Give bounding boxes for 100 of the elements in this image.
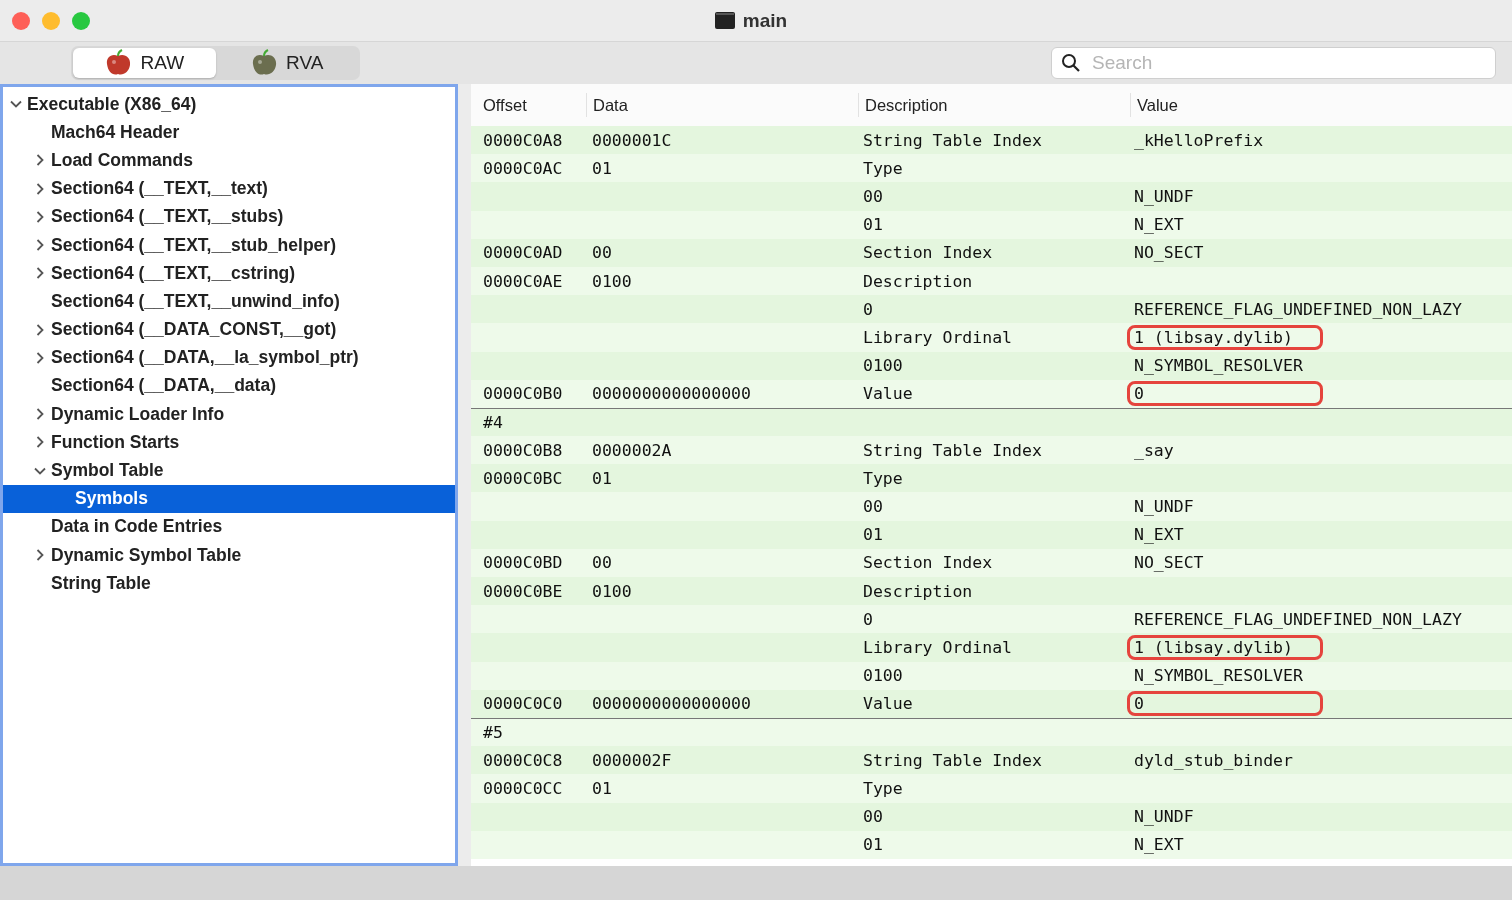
description-cell: 0 [863, 609, 873, 629]
description-cell: Section Index [863, 553, 993, 573]
offset-cell: 0000C0AC [483, 158, 563, 178]
value-cell: NO_SECT [1134, 553, 1204, 573]
terminal-icon [714, 12, 735, 29]
value-cell: N_EXT [1134, 525, 1184, 545]
description-cell: String Table Index [863, 130, 1042, 150]
tree-item[interactable]: String Table [3, 569, 455, 598]
tree-item[interactable]: Executable (X86_64) [3, 90, 455, 119]
data-cell: 00 [592, 553, 612, 573]
highlighted-value-cell: 0 [1130, 384, 1320, 404]
offset-cell: 0000C0BE [483, 581, 563, 601]
offset-cell: 0000C0AE [483, 271, 563, 291]
search-icon [1061, 53, 1081, 73]
tree-item[interactable]: Section64 (__DATA,__data) [3, 371, 455, 401]
value-cell: N_SYMBOL_RESOLVER [1134, 356, 1303, 376]
offset-cell: 0000C0C8 [483, 750, 563, 770]
offset-cell: 0000C0C0 [483, 694, 563, 714]
tree-item[interactable]: Data in Code Entries [3, 512, 455, 541]
data-cell: 01 [592, 158, 612, 178]
tree-item[interactable]: Section64 (__TEXT,__cstring) [3, 259, 455, 288]
description-cell: 00 [863, 186, 883, 206]
data-cell: 0100 [592, 581, 632, 601]
minimize-button[interactable] [42, 11, 60, 30]
column-header[interactable]: Description [858, 93, 1130, 117]
highlighted-value-cell: 1 (libsay.dylib) [1130, 327, 1320, 347]
column-header[interactable]: Data [586, 93, 858, 117]
offset-cell: 0000C0B0 [483, 384, 563, 404]
tree-item[interactable]: Mach64 Header [3, 118, 455, 147]
tree-item[interactable]: Dynamic Loader Info [3, 400, 455, 429]
data-cell: 00 [592, 243, 612, 263]
offset-cell: 0000C0CC [483, 778, 563, 798]
data-cell: 01 [592, 468, 612, 488]
description-cell: 01 [863, 525, 883, 545]
data-cell: 01 [592, 778, 612, 798]
description-cell: Type [863, 158, 903, 178]
mode-tab[interactable]: RAW [73, 48, 216, 78]
data-cell: 0000001C [592, 130, 672, 150]
data-cell: 0000000000000000 [592, 384, 751, 404]
data-cell: 0100 [592, 271, 632, 291]
tree-item[interactable]: Symbols [3, 484, 455, 513]
window-title: main [742, 9, 788, 32]
value-cell: N_EXT [1134, 215, 1184, 235]
value-cell: _kHelloPrefix [1134, 130, 1264, 150]
description-cell: Library Ordinal [863, 327, 1012, 347]
description-cell: 0100 [863, 666, 903, 686]
column-header[interactable]: Offset [471, 93, 586, 117]
description-cell: Value [863, 694, 913, 714]
value-cell: dyld_stub_binder [1134, 750, 1293, 770]
value-cell: N_SYMBOL_RESOLVER [1134, 666, 1303, 686]
description-cell: Description [863, 581, 973, 601]
description-cell: 01 [863, 215, 883, 235]
offset-cell: 0000C0A8 [483, 130, 563, 150]
tree-item[interactable]: Section64 (__TEXT,__stubs) [3, 202, 455, 231]
search-field[interactable]: Search [1051, 47, 1496, 79]
description-cell: Type [863, 778, 903, 798]
offset-cell: 0000C0BC [483, 468, 563, 488]
description-cell: Description [863, 271, 973, 291]
tree-item[interactable]: Function Starts [3, 428, 455, 457]
group-label: #4 [482, 412, 504, 432]
tree-item[interactable]: Section64 (__TEXT,__unwind_info) [3, 287, 455, 316]
description-cell: 00 [863, 497, 883, 517]
description-cell: Type [863, 468, 903, 488]
tree-item[interactable]: Section64 (__DATA_CONST,__got) [3, 315, 455, 344]
description-cell: String Table Index [863, 440, 1042, 460]
offset-cell: 0000C0B8 [483, 440, 563, 460]
column-header[interactable]: Value [1130, 93, 1512, 117]
mode-tab[interactable]: RVA [215, 48, 358, 78]
value-cell: REFERENCE_FLAG_UNDEFINED_NON_LAZY [1134, 609, 1462, 629]
highlighted-value-cell: 1 (libsay.dylib) [1130, 637, 1320, 657]
description-cell: 01 [863, 835, 883, 855]
value-cell: N_EXT [1134, 835, 1184, 855]
value-cell: REFERENCE_FLAG_UNDEFINED_NON_LAZY [1134, 299, 1462, 319]
tree-item[interactable]: Symbol Table [3, 456, 455, 485]
description-cell: 00 [863, 807, 883, 827]
data-cell: 0000002A [592, 440, 672, 460]
tree-item[interactable]: Dynamic Symbol Table [3, 541, 455, 570]
value-cell: N_UNDF [1134, 807, 1194, 827]
description-cell: Value [863, 384, 913, 404]
value-cell: _say [1134, 440, 1174, 460]
tree-item[interactable]: Load Commands [3, 146, 455, 175]
value-cell: N_UNDF [1134, 186, 1194, 206]
offset-cell: 0000C0BD [483, 553, 563, 573]
description-cell: Library Ordinal [863, 637, 1012, 657]
description-cell: String Table Index [863, 750, 1042, 770]
description-cell: 0 [863, 299, 873, 319]
highlighted-value-cell: 0 [1130, 694, 1320, 714]
value-cell: NO_SECT [1134, 243, 1204, 263]
tree-item[interactable]: Section64 (__DATA,__la_symbol_ptr) [3, 343, 455, 372]
description-cell: 0100 [863, 356, 903, 376]
data-cell: 0000002F [592, 750, 672, 770]
zoom-button[interactable] [72, 11, 90, 30]
offset-cell: 0000C0AD [483, 243, 563, 263]
close-button[interactable] [12, 11, 30, 30]
tree-item[interactable]: Section64 (__TEXT,__text) [3, 174, 455, 203]
tree-item[interactable]: Section64 (__TEXT,__stub_helper) [3, 230, 455, 260]
description-cell: Section Index [863, 243, 993, 263]
group-label: #5 [482, 723, 504, 743]
value-cell: N_UNDF [1134, 497, 1194, 517]
data-cell: 0000000000000000 [592, 694, 751, 714]
